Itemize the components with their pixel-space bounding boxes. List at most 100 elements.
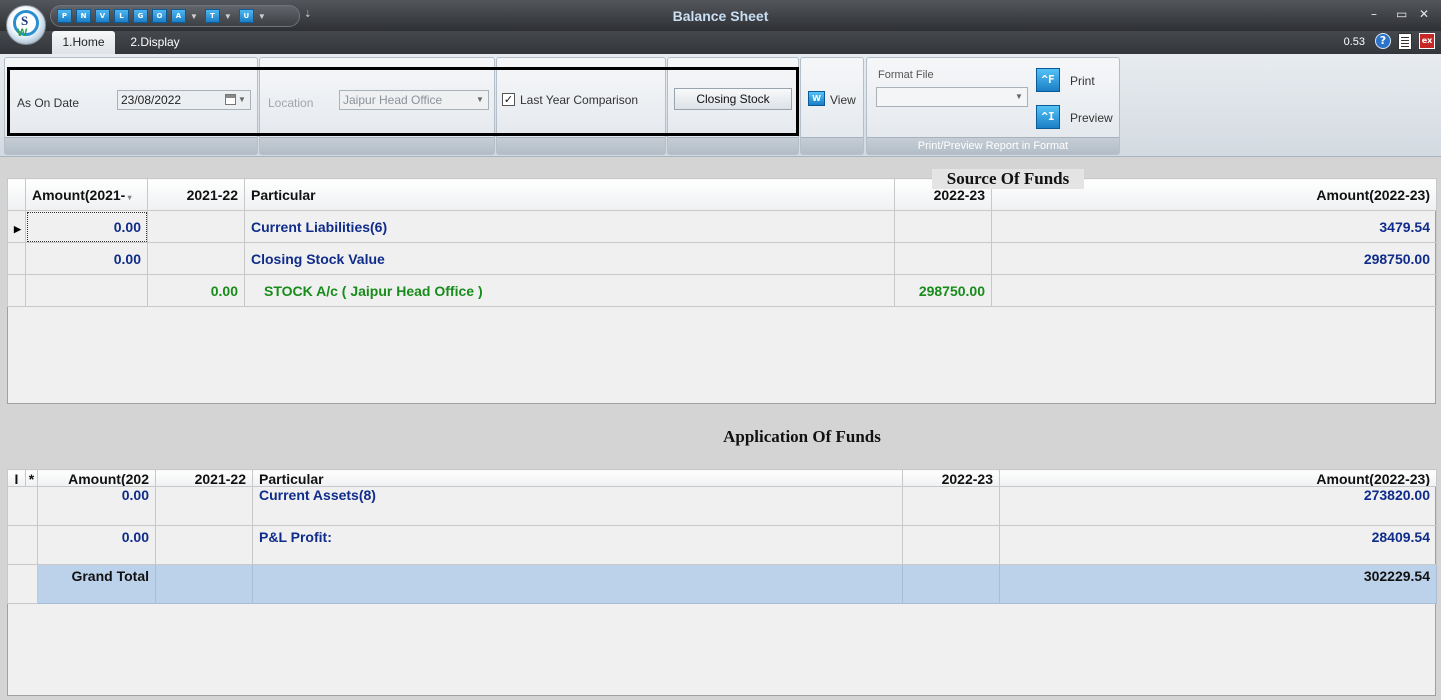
location-select[interactable]: Jaipur Head Office ▼	[339, 90, 489, 110]
cell-amount-cur[interactable]: 298750.00	[991, 242, 1437, 275]
cell-year-cur[interactable]: 298750.00	[894, 274, 992, 307]
cell-amount-cur[interactable]	[991, 274, 1437, 307]
view-group: W View	[800, 57, 864, 155]
column-header-amount-prev[interactable]: Amount(202	[37, 469, 156, 487]
grand-total-label: Grand Total	[37, 564, 156, 604]
preview-button[interactable]: Preview	[1070, 111, 1113, 125]
last-year-comparison-label: Last Year Comparison	[520, 93, 639, 107]
format-file-label: Format File	[878, 69, 934, 81]
row-header-corner	[7, 178, 26, 211]
date-group: As On Date 23/08/2022 ▼	[4, 57, 258, 155]
column-header-amount-cur[interactable]: Amount(2022-23)	[999, 469, 1437, 487]
exit-icon[interactable]: ex	[1419, 33, 1435, 49]
last-year-comparison-checkbox[interactable]: ✓	[502, 93, 515, 106]
column-header-particular[interactable]: Particular	[244, 178, 895, 211]
cell-amount-prev[interactable]: 0.00	[25, 210, 148, 243]
window-title: Balance Sheet	[672, 8, 769, 24]
cell-amount-prev[interactable]	[25, 274, 148, 307]
minimize-button[interactable]: –	[1371, 7, 1377, 21]
title-bar: P N V L G O A ▼ T ▼ U ▼ ⇣ Balance Sheet …	[0, 0, 1441, 31]
group-footer	[260, 137, 494, 154]
column-header-amount-prev[interactable]: Amount(2021- ▾	[25, 178, 148, 211]
column-header-i[interactable]: I	[7, 469, 26, 487]
closing-stock-group: Closing Stock	[667, 57, 799, 155]
row-selector[interactable]	[7, 525, 38, 565]
chevron-down-icon[interactable]: ▼	[472, 91, 488, 109]
view-button[interactable]: View	[830, 93, 856, 107]
cell-particular[interactable]: Current Assets(8)	[252, 486, 903, 526]
cell-year-prev[interactable]	[147, 242, 245, 275]
cell-particular[interactable]: Current Liabilities(6)	[244, 210, 895, 243]
location-value: Jaipur Head Office	[343, 93, 443, 107]
cell-particular[interactable]: Closing Stock Value	[244, 242, 895, 275]
row-selector[interactable]	[7, 564, 38, 604]
group-footer	[497, 137, 665, 154]
tab-display[interactable]: 2.Display	[122, 31, 188, 54]
tab-home[interactable]: 1.Home	[52, 31, 115, 54]
cell-year-prev[interactable]	[155, 486, 253, 526]
application-of-funds-grid[interactable]: I * Amount(202 2021-22 Particular 2022-2…	[7, 469, 1437, 604]
version-label: 0.53	[1343, 36, 1365, 48]
table-row[interactable]: 0.00 P&L Profit: 28409.54	[7, 525, 1437, 565]
cell-year-prev[interactable]	[155, 525, 253, 565]
cell-year-cur[interactable]	[894, 242, 992, 275]
cell-amount-cur[interactable]: 28409.54	[999, 525, 1437, 565]
logo-letter-w: W	[17, 27, 28, 39]
report-content: Amount(2021- ▾ 2021-22 Particular 2022-2…	[0, 157, 1441, 700]
column-header-star[interactable]: *	[25, 469, 38, 487]
cell-amount-prev[interactable]: 0.00	[37, 486, 156, 526]
cell-particular[interactable]: P&L Profit:	[252, 525, 903, 565]
column-header-year-cur[interactable]: 2022-23	[902, 469, 1000, 487]
column-header-year-prev[interactable]: 2021-22	[147, 178, 245, 211]
cell-amount-cur[interactable]: 3479.54	[991, 210, 1437, 243]
source-of-funds-grid[interactable]: Amount(2021- ▾ 2021-22 Particular 2022-2…	[7, 178, 1437, 307]
cell-year-prev[interactable]	[147, 210, 245, 243]
as-on-date-picker[interactable]: 23/08/2022 ▼	[117, 90, 251, 110]
table-row[interactable]: ▶ 0.00 Current Liabilities(6) 3479.54	[7, 210, 1437, 243]
view-icon[interactable]: W	[808, 91, 825, 106]
column-header-particular[interactable]: Particular	[252, 469, 903, 487]
group-footer	[668, 137, 798, 154]
row-selector[interactable]	[7, 274, 26, 307]
row-selector[interactable]: ▶	[7, 210, 26, 243]
location-group: Location Jaipur Head Office ▼	[259, 57, 495, 155]
cell-year-cur[interactable]	[902, 486, 1000, 526]
comparison-group: ✓ Last Year Comparison	[496, 57, 666, 155]
table-row[interactable]: 0.00 Closing Stock Value 298750.00	[7, 242, 1437, 275]
as-on-date-value: 23/08/2022	[121, 93, 182, 107]
closing-stock-button[interactable]: Closing Stock	[674, 88, 792, 110]
row-selector[interactable]	[7, 242, 26, 275]
grid-header-row: Amount(2021- ▾ 2021-22 Particular 2022-2…	[7, 178, 1437, 211]
cell-year-cur[interactable]	[902, 525, 1000, 565]
cell-year-prev[interactable]: 0.00	[147, 274, 245, 307]
cell-year-cur[interactable]	[894, 210, 992, 243]
column-header-year-prev[interactable]: 2021-22	[155, 469, 253, 487]
chevron-down-icon[interactable]: ▼	[234, 91, 250, 109]
grid-header-row: I * Amount(202 2021-22 Particular 2022-2…	[7, 469, 1437, 487]
chevron-down-icon[interactable]: ▼	[1011, 88, 1027, 106]
row-selector[interactable]	[7, 486, 38, 526]
application-of-funds-title: Application Of Funds	[723, 427, 881, 446]
grand-total-row[interactable]: Grand Total 302229.54	[7, 564, 1437, 604]
app-logo-icon[interactable]: S W	[6, 5, 46, 45]
cell-amount-prev[interactable]: 0.00	[25, 242, 148, 275]
maximize-button[interactable]: ▭	[1396, 7, 1407, 21]
cell-amount-prev[interactable]: 0.00	[37, 525, 156, 565]
preview-icon[interactable]: ^I	[1036, 105, 1060, 129]
cell-amount-cur[interactable]: 273820.00	[999, 486, 1437, 526]
print-button[interactable]: Print	[1070, 74, 1095, 88]
cell-year-prev	[155, 564, 253, 604]
format-file-select[interactable]: ▼	[876, 87, 1028, 107]
table-row[interactable]: 0.00 Current Assets(8) 273820.00	[7, 486, 1437, 526]
print-icon[interactable]: ^F	[1036, 68, 1060, 92]
cell-particular[interactable]: STOCK A/c ( Jaipur Head Office )	[244, 274, 895, 307]
print-group: Format File ▼ ^F Print ^I Preview Print/…	[866, 57, 1120, 155]
ribbon: As On Date 23/08/2022 ▼ Location Jaipur …	[0, 54, 1441, 157]
document-icon[interactable]	[1398, 33, 1412, 50]
grand-total-amount: 302229.54	[999, 564, 1437, 604]
help-icon[interactable]: ?	[1375, 33, 1391, 49]
source-of-funds-title: Source Of Funds	[932, 169, 1084, 189]
table-row[interactable]: 0.00 STOCK A/c ( Jaipur Head Office ) 29…	[7, 274, 1437, 307]
location-label: Location	[268, 96, 314, 110]
close-button[interactable]: ✕	[1419, 7, 1429, 21]
